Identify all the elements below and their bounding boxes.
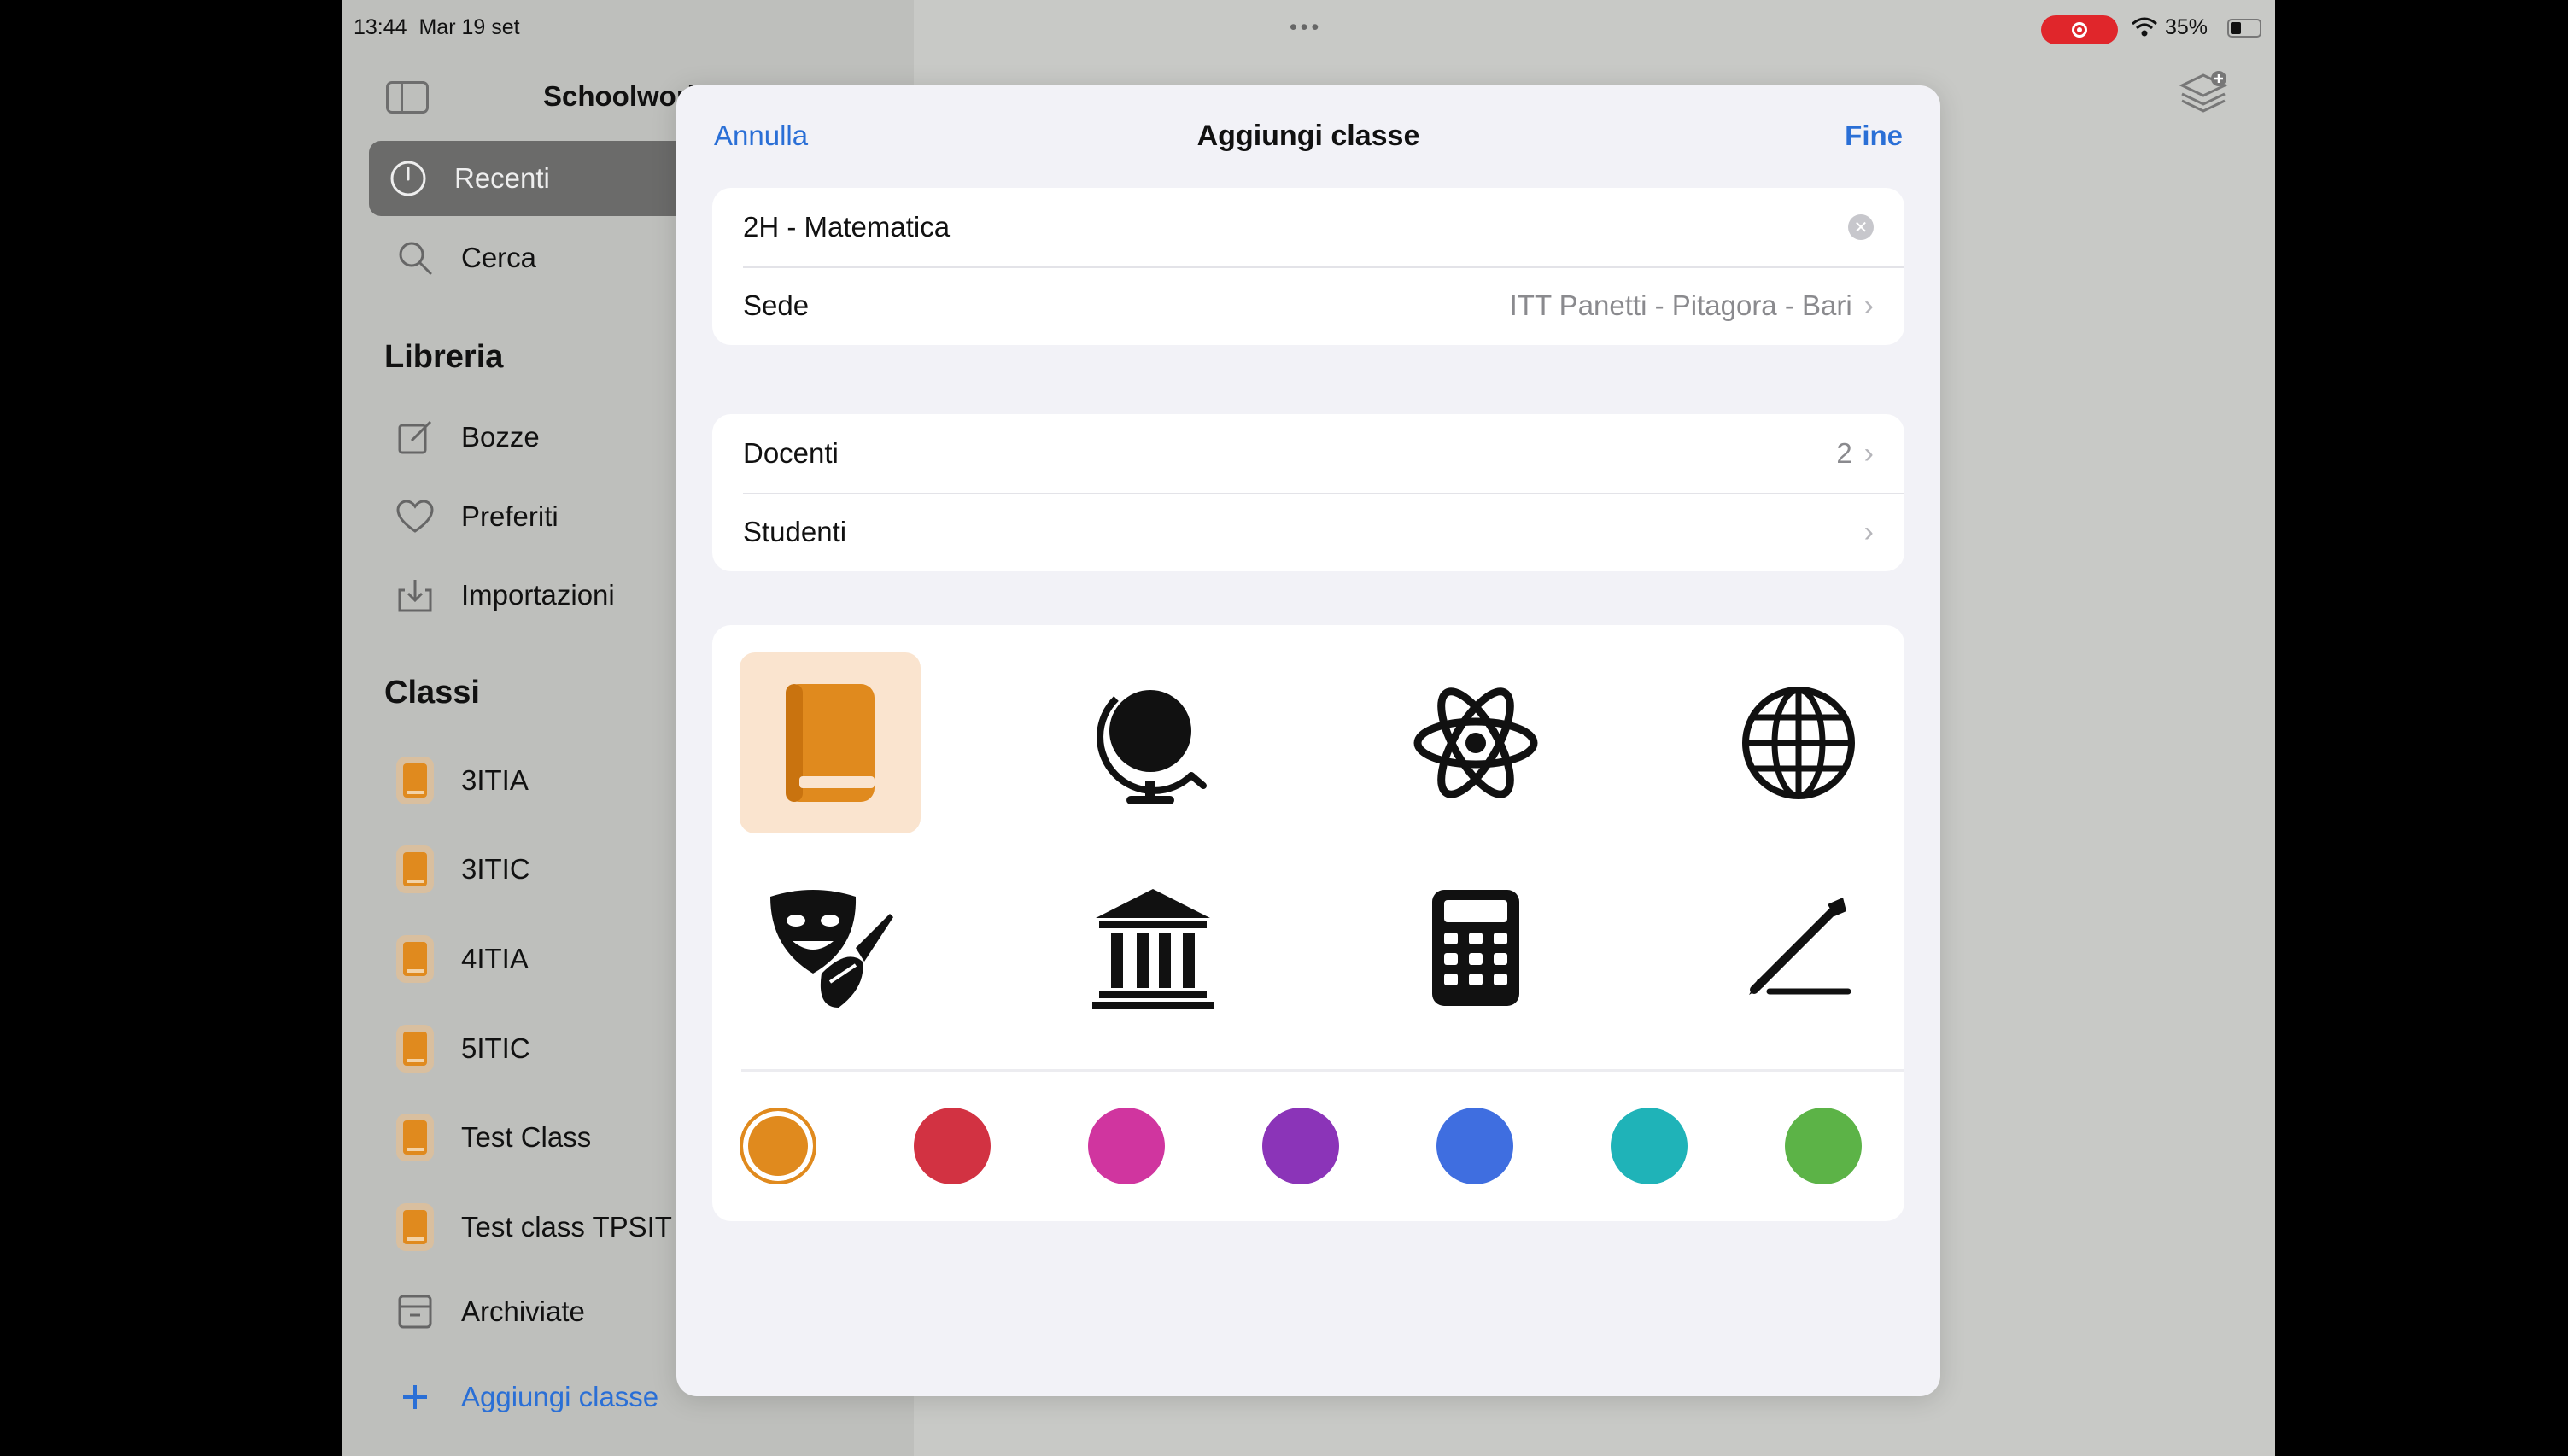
location-label: Sede (743, 289, 810, 321)
sidebar-item-label: 4ITIA (461, 943, 529, 974)
sidebar-item-label: 3ITIA (461, 764, 529, 796)
book-icon (388, 1027, 442, 1070)
sidebar-item-label: Recenti (454, 162, 550, 194)
icon-option-globe-stand[interactable] (1062, 652, 1243, 833)
students-label: Studenti (743, 516, 847, 547)
book-icon (388, 1116, 442, 1159)
members-group: Docenti 2 › Studenti › (712, 414, 1904, 571)
classes-header: Classi (384, 675, 480, 710)
color-swatch-purple[interactable] (1262, 1108, 1339, 1184)
book-icon (786, 684, 875, 802)
students-row[interactable]: Studenti › (712, 493, 1904, 571)
color-swatch-teal[interactable] (1611, 1108, 1688, 1184)
icon-option-book[interactable] (740, 652, 921, 833)
modal-title: Aggiungi classe (1196, 120, 1420, 152)
plus-icon (388, 1376, 442, 1418)
color-swatch-green[interactable] (1785, 1108, 1862, 1184)
color-swatch-blue[interactable] (1436, 1108, 1513, 1184)
location-row[interactable]: Sede ITT Panetti - Pitagora - Bari › (712, 266, 1904, 345)
chevron-right-icon: › (1863, 289, 1874, 322)
teachers-row[interactable]: Docenti 2 › (712, 414, 1904, 493)
import-icon (388, 574, 442, 617)
icon-option-calculator[interactable] (1385, 857, 1566, 1038)
sidebar-item-label: 3ITIC (461, 853, 530, 885)
sidebar-item-label: Cerca (461, 242, 537, 273)
color-swatch-pink[interactable] (1088, 1108, 1165, 1184)
book-icon (388, 1206, 442, 1248)
color-swatch-red[interactable] (914, 1108, 991, 1184)
globe-icon (1742, 687, 1855, 799)
battery-percentage: 35% (2165, 15, 2208, 39)
museum-icon (1092, 889, 1214, 1009)
teachers-count: 2 (1836, 437, 1852, 469)
sidebar-item-label: Bozze (461, 421, 540, 453)
battery-icon (2227, 19, 2261, 38)
appearance-group (712, 625, 1904, 1221)
clock-icon (381, 157, 436, 200)
theater-masks-icon (770, 890, 893, 1008)
class-name-value: 2H - Matematica (743, 211, 951, 243)
sidebar-item-label: Aggiungi classe (461, 1381, 659, 1412)
wifi-icon (2132, 17, 2157, 37)
class-info-group: 2H - Matematica ✕ Sede ITT Panetti - Pit… (712, 188, 1904, 345)
multitasking-dots[interactable]: ••• (1290, 15, 1322, 40)
teachers-label: Docenti (743, 437, 839, 469)
sidebar-item-label: Test class TPSIT (461, 1211, 672, 1243)
archive-icon (388, 1290, 442, 1333)
compose-icon (388, 416, 442, 459)
book-icon (388, 848, 442, 891)
location-value: ITT Panetti - Pitagora - Bari (1509, 289, 1852, 321)
icon-option-museum[interactable] (1062, 857, 1243, 1038)
add-class-modal: Annulla Aggiungi classe Fine 2H - Matema… (676, 85, 1940, 1396)
book-icon (388, 938, 442, 980)
chevron-right-icon: › (1863, 436, 1874, 470)
color-swatch-orange[interactable] (740, 1108, 816, 1184)
sidebar-item-label: Importazioni (461, 579, 615, 611)
sidebar-toggle-icon[interactable] (386, 81, 429, 114)
status-time: 13:44 Mar 19 set (354, 15, 520, 39)
globe-stand-icon (1097, 690, 1207, 804)
sidebar-item-label: Archiviate (461, 1295, 585, 1327)
class-name-field[interactable]: 2H - Matematica ✕ (712, 188, 1904, 266)
sidebar-item-label: Test Class (461, 1121, 592, 1153)
icon-option-pen[interactable] (1708, 857, 1889, 1038)
heart-icon (388, 495, 442, 538)
pen-line-icon (1749, 898, 1851, 995)
done-button[interactable]: Fine (1845, 120, 1903, 152)
icon-option-globe[interactable] (1708, 652, 1889, 833)
calculator-icon (1432, 890, 1519, 1006)
add-stack-icon[interactable] (2178, 70, 2229, 114)
divider (741, 1069, 1904, 1072)
screen-record-indicator (2041, 15, 2118, 44)
icon-option-atom[interactable] (1385, 652, 1566, 833)
sidebar-item-label: Preferiti (461, 500, 559, 532)
ipad-screen: Schoolwork Recenti Cerca Libreria Bozze … (342, 0, 2275, 1456)
book-icon (388, 759, 442, 802)
sidebar-item-label: 5ITIC (461, 1032, 530, 1064)
icon-option-theater[interactable] (740, 857, 921, 1038)
chevron-right-icon: › (1863, 515, 1874, 548)
clear-text-icon[interactable]: ✕ (1848, 214, 1874, 240)
search-icon (388, 237, 442, 279)
atom-icon (1413, 687, 1538, 798)
library-header: Libreria (384, 339, 504, 375)
